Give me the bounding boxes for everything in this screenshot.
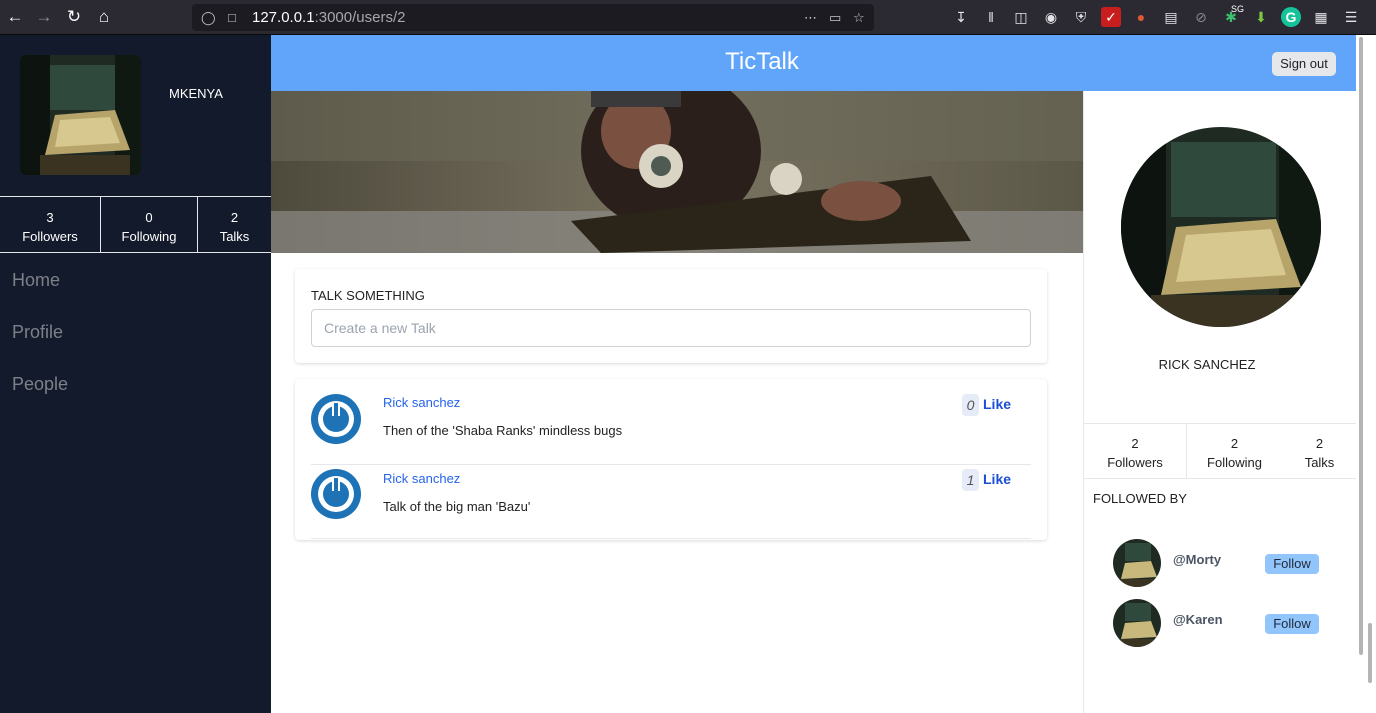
stat-followers[interactable]: 2 Followers <box>1084 424 1186 478</box>
power-avatar-icon[interactable] <box>311 394 361 444</box>
hero-banner-image <box>271 91 1083 253</box>
profile-panel: RICK SANCHEZ 2 Followers 2 Following 2 T… <box>1083 91 1357 713</box>
url-host: 127.0.0.1 <box>252 9 315 26</box>
talk-item: Rick sanchez Then of the 'Shaba Ranks' m… <box>311 379 1031 454</box>
reload-icon[interactable]: ↻ <box>63 6 85 28</box>
stat-label: Following <box>1207 455 1262 470</box>
nav-profile-link[interactable]: Profile <box>12 320 68 372</box>
browser-toolbar: ← → ↻ ⌂ ◯ □ 127.0.0.1:3000/users/2 ⋯ ▭ ☆… <box>0 0 1376 35</box>
extension-shield-icon[interactable]: ⛨ <box>1071 7 1091 27</box>
power-avatar-icon[interactable] <box>311 469 361 519</box>
sidebar-username: MKENYA <box>169 86 223 101</box>
talk-author-link[interactable]: Rick sanchez <box>383 395 460 410</box>
left-sidebar: MKENYA 3 Followers 0 Following 2 Talks H… <box>0 35 271 713</box>
like-count: 0 <box>962 394 979 416</box>
extension-note-icon[interactable]: ▤ <box>1161 7 1181 27</box>
talk-feed: Rick sanchez Then of the 'Shaba Ranks' m… <box>295 379 1047 540</box>
brand-title[interactable]: TicTalk <box>271 48 1253 76</box>
menu-hamburger-icon[interactable]: ☰ <box>1341 7 1361 27</box>
extension-badge: SG <box>1231 4 1245 14</box>
extension-download-icon[interactable]: ⬇ <box>1251 7 1271 27</box>
follower-item: @Morty Follow <box>1113 539 1345 587</box>
stat-following[interactable]: 2 Following <box>1186 424 1282 478</box>
forward-arrow-icon[interactable]: → <box>33 6 55 28</box>
talk-composer: TALK SOMETHING <box>295 269 1047 363</box>
stat-label: Talks <box>1304 455 1335 470</box>
duckduckgo-icon[interactable]: ● <box>1131 7 1151 27</box>
feed-divider <box>311 538 1031 539</box>
stat-value: 3 <box>46 210 54 225</box>
follow-button[interactable]: Follow <box>1265 614 1319 634</box>
sign-out-button[interactable]: Sign out <box>1272 52 1336 76</box>
like-button[interactable]: Like <box>983 471 1011 487</box>
stat-talks[interactable]: 2 Talks <box>1282 424 1357 478</box>
stat-value: 2 <box>230 210 239 225</box>
stat-value: 2 <box>1315 436 1324 451</box>
follower-handle[interactable]: @Morty <box>1173 552 1221 567</box>
composer-title: TALK SOMETHING <box>311 288 425 303</box>
talk-text: Then of the 'Shaba Ranks' mindless bugs <box>383 423 623 438</box>
shield-icon[interactable]: ◯ <box>201 8 216 27</box>
nav-home-link[interactable]: Home <box>12 268 68 320</box>
stat-following[interactable]: 0 Following <box>100 197 197 252</box>
page-actions-icon[interactable]: ⋯ <box>804 8 817 27</box>
talk-item: Rick sanchez Talk of the big man 'Bazu' … <box>311 464 1031 539</box>
page-scrollbar[interactable] <box>1356 35 1376 713</box>
stat-value: 0 <box>145 210 153 225</box>
follower-item: @Karen Follow <box>1113 599 1345 647</box>
nav-people-link[interactable]: People <box>12 372 68 424</box>
stat-followers[interactable]: 3 Followers <box>0 197 100 252</box>
like-button[interactable]: Like <box>983 396 1011 412</box>
app-header: TicTalk Sign out <box>271 35 1356 91</box>
library-icon[interactable]: ‖ <box>981 7 1001 27</box>
extension-block-icon[interactable]: ⊘ <box>1191 7 1211 27</box>
follower-avatar[interactable] <box>1113 539 1161 587</box>
follower-handle[interactable]: @Karen <box>1173 612 1223 627</box>
stat-label: Talks <box>219 229 250 244</box>
bookmark-star-icon[interactable]: ☆ <box>853 8 865 27</box>
sidebar-stats: 3 Followers 0 Following 2 Talks <box>0 196 271 253</box>
profile-avatar[interactable] <box>1121 127 1321 327</box>
user-avatar[interactable] <box>20 55 141 175</box>
scrollbar-thumb[interactable] <box>1359 37 1363 655</box>
grammarly-icon[interactable]: G <box>1281 7 1301 27</box>
address-bar[interactable]: ◯ □ 127.0.0.1:3000/users/2 ⋯ ▭ ☆ <box>192 4 874 31</box>
stat-talks[interactable]: 2 Talks <box>197 197 271 252</box>
account-icon[interactable]: ◉ <box>1041 7 1061 27</box>
page-icon: □ <box>228 10 236 25</box>
scrollbar-thumb-secondary[interactable] <box>1368 623 1372 683</box>
talk-text: Talk of the big man 'Bazu' <box>383 499 531 514</box>
follow-button[interactable]: Follow <box>1265 554 1319 574</box>
home-icon[interactable]: ⌂ <box>93 6 115 28</box>
profile-name: RICK SANCHEZ <box>1158 357 1256 372</box>
like-count: 1 <box>962 469 979 491</box>
new-talk-input[interactable] <box>311 309 1031 347</box>
followed-by-title: FOLLOWED BY <box>1093 491 1187 506</box>
stat-value: 2 <box>1131 436 1139 451</box>
talk-author-link[interactable]: Rick sanchez <box>383 471 460 486</box>
download-icon[interactable]: ↧ <box>951 7 971 27</box>
follower-avatar[interactable] <box>1113 599 1161 647</box>
url-text[interactable]: 127.0.0.1:3000/users/2 <box>252 9 405 26</box>
extensions-puzzle-icon[interactable]: ▦ <box>1311 7 1331 27</box>
stat-label: Followers <box>1107 455 1163 470</box>
back-arrow-icon[interactable]: ← <box>4 6 26 28</box>
pocket-icon[interactable]: ▭ <box>829 8 841 27</box>
sidebar-toggle-icon[interactable]: ◫ <box>1011 7 1031 27</box>
extension-red-icon[interactable]: ✓ <box>1101 7 1121 27</box>
stat-label: Following <box>121 229 177 244</box>
sidebar-menu: Home Profile People <box>12 268 68 424</box>
stat-value: 2 <box>1230 436 1239 451</box>
stat-label: Followers <box>22 229 78 244</box>
url-path: :3000/users/2 <box>314 9 406 26</box>
profile-stats: 2 Followers 2 Following 2 Talks <box>1084 423 1357 479</box>
